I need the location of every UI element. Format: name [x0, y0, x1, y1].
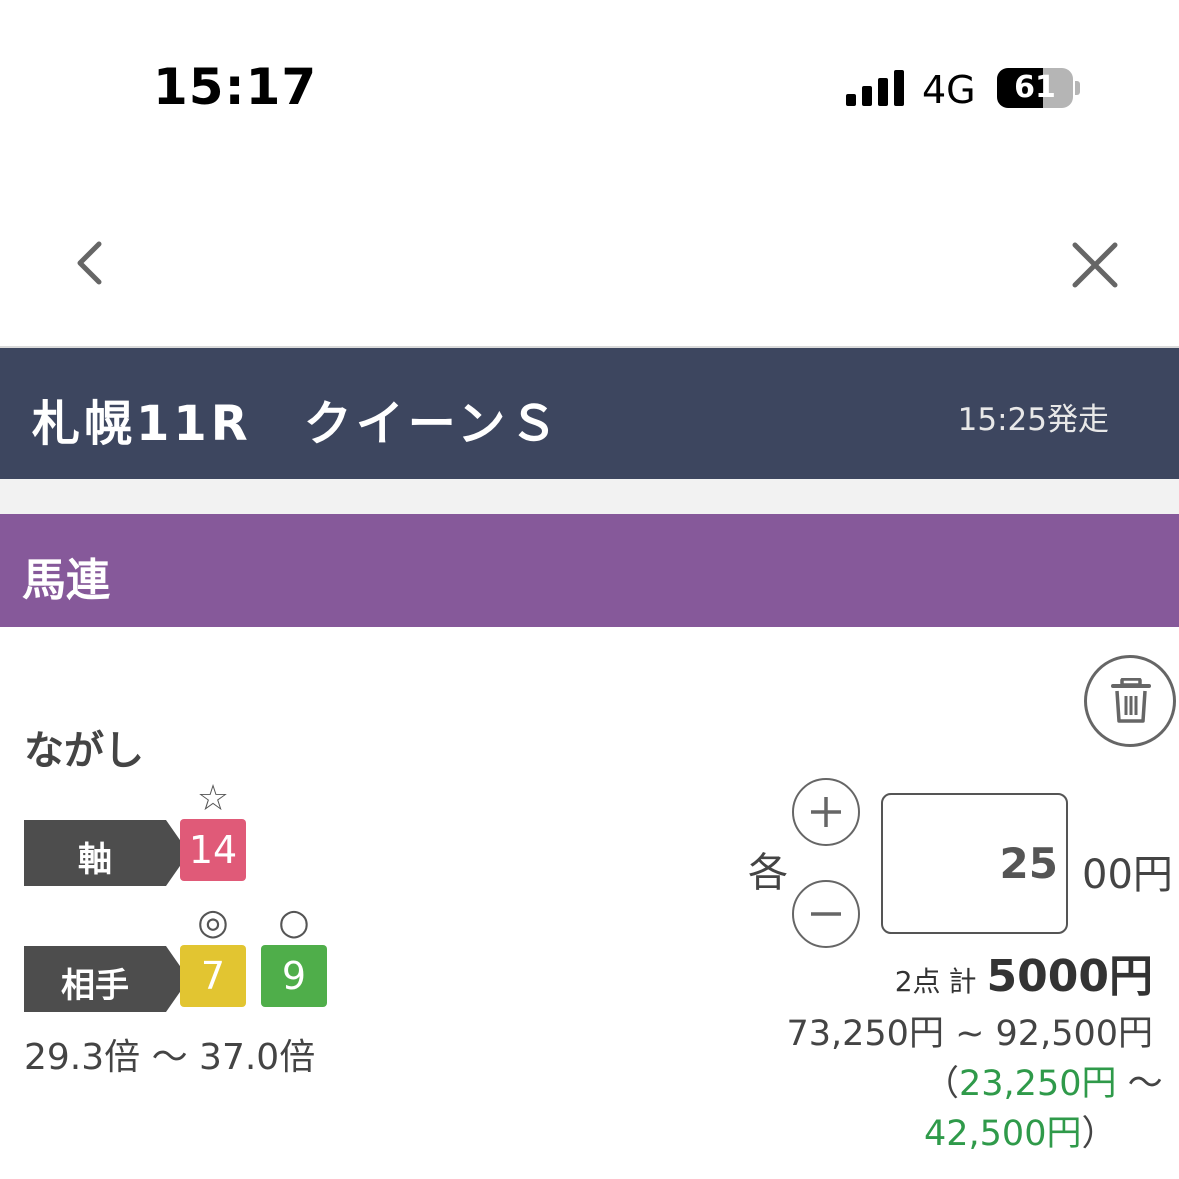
close-icon[interactable] — [1066, 236, 1124, 294]
each-label: 各 — [748, 850, 788, 896]
total-key: 計 — [948, 965, 977, 998]
horse-number-badge: 9 — [261, 945, 327, 1007]
horse-mark: ○ — [278, 902, 310, 943]
horse-mark: ☆ — [196, 778, 230, 819]
bet-type-header: 馬連 — [0, 514, 1179, 627]
profit-min: 23,250円 — [959, 1064, 1117, 1104]
battery-level: 61 — [1014, 70, 1056, 105]
amount-unit: 00円 — [1082, 852, 1173, 898]
tabs-strip — [0, 479, 1179, 514]
race-post-time: 15:25発走 — [957, 402, 1109, 438]
profit-range-line-2: 42,500円） — [924, 1105, 1116, 1156]
battery-nub — [1075, 81, 1080, 95]
profit-range-line-1: （23,250円 〜 — [924, 1055, 1163, 1106]
plus-icon[interactable] — [792, 778, 860, 846]
bet-method: ながし — [24, 728, 144, 774]
trash-icon[interactable] — [1084, 655, 1176, 747]
chevron-left-icon[interactable] — [66, 238, 116, 288]
bet-count: 2点 — [894, 965, 941, 998]
profit-open: （ — [924, 1064, 960, 1104]
total-line: 2点計 5000円 — [895, 940, 1153, 1004]
profit-max: 42,500円 — [924, 1114, 1082, 1154]
amount-input[interactable]: 25 — [881, 793, 1068, 934]
profit-close: ） — [1081, 1114, 1117, 1154]
partner-label: 相手 — [24, 946, 189, 1012]
amount-value: 25 — [999, 839, 1058, 888]
total-amount: 5000円 — [986, 951, 1153, 1002]
battery-icon: 61 — [997, 68, 1073, 108]
bet-type-label: 馬連 — [22, 555, 110, 606]
axis-label: 軸 — [24, 820, 189, 886]
race-header: 札幌11R クイーンＳ 15:25発走 — [0, 348, 1179, 479]
network-type: 4G — [922, 68, 976, 112]
horse-mark: ◎ — [197, 902, 229, 943]
status-time: 15:17 — [153, 58, 318, 116]
signal-icon — [846, 70, 904, 106]
odds-range: 29.3倍 〜 37.0倍 — [24, 1037, 316, 1078]
minus-icon[interactable] — [792, 880, 860, 948]
profit-sep: 〜 — [1116, 1064, 1163, 1104]
horse-number-badge: 7 — [180, 945, 246, 1007]
payout-range: 73,250円 ~ 92,500円 — [786, 1014, 1153, 1054]
horse-number-badge: 14 — [180, 819, 246, 881]
race-title: 札幌11R クイーンＳ — [32, 396, 562, 452]
